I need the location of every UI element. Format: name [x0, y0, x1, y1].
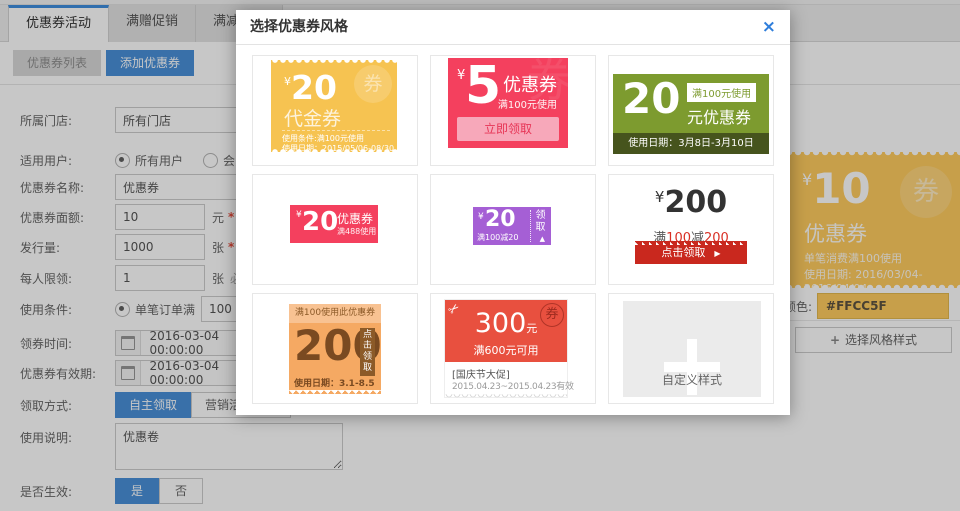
claim-now-button[interactable]: 立即领取 — [457, 117, 559, 141]
orange-coupon: 满100使用此优惠券 200 点击领取 使用日期：3.1-8.5 — [289, 304, 381, 394]
coupon-stamp: 券 — [540, 303, 564, 327]
serrated-edge — [635, 241, 747, 245]
scallop-edge — [271, 60, 397, 65]
coupon-style-red-band[interactable]: ¥200 满100减200 点击领取▶ — [608, 174, 774, 285]
coupon-watermark: 券 — [354, 65, 392, 103]
coupon-amount: ¥20 — [284, 68, 337, 107]
click-to-claim-label: 点击领取 — [661, 246, 705, 259]
coupon-style-red[interactable]: ✂ 300元 满600元可用 券 [国庆节大促] 2015.04.23~2015… — [430, 293, 596, 404]
coupon-style-pink[interactable]: ¥ 5 优惠券 满100元使用 立即领取 券 — [430, 55, 596, 166]
coupon-condition: 满488使用 — [337, 226, 376, 237]
purple-coupon: ¥ 20 满100减20 领取 ▲ — [473, 207, 551, 245]
coupon-amount: ¥200 — [609, 185, 773, 220]
coupon-condition: 使用条件:满100元使用 — [282, 134, 390, 144]
coupon-name: 元优惠券 — [687, 104, 751, 128]
mini-pink-coupon: ¥ 20 优惠券 满488使用 — [290, 205, 378, 243]
coupon-amount: 20 — [302, 207, 338, 237]
coupon-condition: 满100元使用 — [687, 83, 756, 102]
coupon-admin-page: 优惠券活动 满赠促销 满减促销 优惠券列表 添加优惠券 所属门店: 适用用户: … — [0, 0, 960, 511]
red-coupon-top: ✂ 300元 满600元可用 券 — [445, 300, 567, 362]
claim-button[interactable]: 领取 — [534, 210, 547, 234]
wavy-edge — [445, 394, 567, 398]
currency-symbol: ¥ — [478, 212, 484, 222]
red-coupon: ✂ 300元 满600元可用 券 [国庆节大促] 2015.04.23~2015… — [444, 299, 568, 398]
coupon-amount: 20 — [622, 74, 680, 123]
yellow-coupon: ¥20 代金券 使用条件:满100元使用 使用日期：2015/05/06-08/… — [271, 60, 397, 152]
modal-title: 选择优惠券风格 — [250, 19, 348, 35]
coupon-date: 使用日期：3.1-8.5 — [294, 376, 375, 389]
coupon-style-green[interactable]: 20 满100元使用 元优惠券 使用日期：3月8日-3月10日 — [608, 55, 774, 166]
coupon-amount: 5 — [465, 58, 501, 116]
custom-style-label: 自定义样式 — [623, 371, 761, 388]
arrow-right-icon: ▶ — [714, 249, 720, 258]
coupon-amount: 20 — [485, 207, 516, 232]
arrow-up-icon: ▲ — [540, 235, 545, 243]
currency-symbol: ¥ — [284, 75, 291, 88]
coupon-style-custom[interactable]: 自定义样式 — [608, 293, 774, 404]
click-to-claim-button[interactable]: 点击领取 — [360, 328, 375, 376]
coupon-name: 优惠券 — [337, 210, 373, 227]
click-to-claim-button[interactable]: 点击领取 ▶ — [635, 241, 747, 264]
choose-coupon-style-modal: 选择优惠券风格 × ¥20 代金券 使用条件:满100元使用 使用日期：2015… — [236, 10, 790, 415]
coupon-validity: 2015.04.23~2015.04.23有效 — [452, 379, 574, 392]
coupon-style-mini-pink[interactable]: ¥ 20 优惠券 满488使用 — [252, 174, 418, 285]
coupon-style-orange[interactable]: 满100使用此优惠券 200 点击领取 使用日期：3.1-8.5 — [252, 293, 418, 404]
currency-symbol: ¥ — [296, 210, 302, 220]
coupon-style-grid: ¥20 代金券 使用条件:满100元使用 使用日期：2015/05/06-08/… — [252, 55, 774, 404]
coupon-style-purple[interactable]: ¥ 20 满100减20 领取 ▲ — [430, 174, 596, 285]
coupon-condition: 满600元可用 — [445, 342, 567, 358]
coupon-name: 代金券 — [284, 104, 341, 131]
coupon-condition: 满100减20 — [477, 232, 518, 243]
pink-coupon: ¥ 5 优惠券 满100元使用 立即领取 券 — [448, 58, 568, 148]
modal-header: 选择优惠券风格 × — [236, 10, 790, 45]
coupon-info: 使用条件:满100元使用 使用日期：2015/05/06-08/30 — [282, 130, 390, 154]
coupon-watermark: 券 — [526, 58, 568, 110]
coupon-date: 使用日期：2015/05/06-08/30 — [282, 144, 390, 154]
close-icon[interactable]: × — [762, 10, 776, 44]
serrated-edge — [289, 390, 381, 394]
coupon-style-yellow[interactable]: ¥20 代金券 使用条件:满100元使用 使用日期：2015/05/06-08/… — [252, 55, 418, 166]
coupon-date: 使用日期：3月8日-3月10日 — [613, 133, 769, 154]
custom-style-card: 自定义样式 — [623, 301, 761, 397]
dotted-separator — [530, 210, 531, 242]
green-coupon: 20 满100元使用 元优惠券 使用日期：3月8日-3月10日 — [613, 74, 769, 154]
